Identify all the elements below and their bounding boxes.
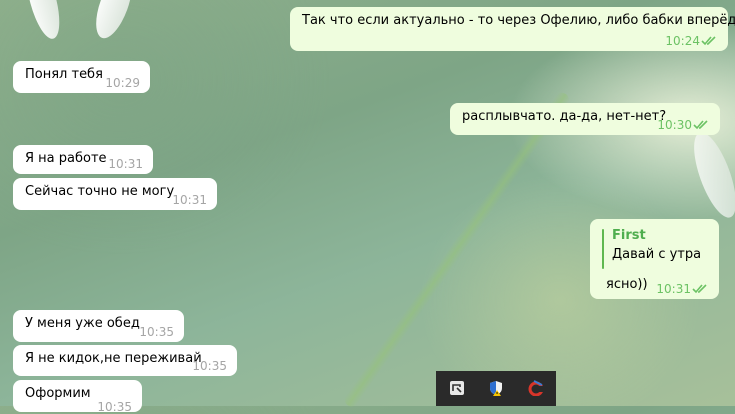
message-text: У меня уже обед bbox=[25, 316, 140, 331]
message-bubble-incoming[interactable]: У меня уже обед 10:35 bbox=[13, 310, 184, 342]
app-icon[interactable] bbox=[449, 380, 465, 396]
read-check-icon bbox=[693, 120, 708, 130]
message-bubble-incoming[interactable]: Оформим 10:35 bbox=[13, 380, 142, 414]
message-bubble-outgoing[interactable]: Так что если актуально - то через Офелию… bbox=[290, 7, 735, 51]
message-text: расплывчато. да-да, нет-нет? bbox=[462, 109, 667, 124]
message-bubble-incoming[interactable]: Я на работе 10:31 bbox=[13, 145, 153, 174]
system-tray-popup bbox=[436, 371, 556, 406]
message-text: Понял тебя bbox=[25, 67, 103, 82]
message-time: 10:35 bbox=[139, 325, 174, 339]
message-bubble-incoming[interactable]: Я не кидок,не переживай 10:35 bbox=[13, 345, 237, 376]
message-text: Я на работе bbox=[25, 151, 107, 166]
reply-quote-text: Давай с утра bbox=[612, 247, 702, 262]
message-time: 10:31 bbox=[108, 157, 143, 171]
message-time: 10:31 bbox=[656, 282, 691, 296]
message-text: Так что если актуально - то через Офелию… bbox=[302, 13, 735, 28]
message-time: 10:29 bbox=[105, 76, 140, 90]
wallpaper-petal bbox=[685, 127, 735, 223]
shield-warning-icon[interactable] bbox=[488, 380, 504, 396]
message-text: Оформим bbox=[25, 386, 91, 401]
message-text: Я не кидок,не переживай bbox=[25, 351, 202, 366]
message-text: ясно)) bbox=[606, 277, 648, 292]
message-time: 10:24 bbox=[665, 34, 700, 48]
message-text: Сейчас точно не могу bbox=[25, 184, 175, 199]
message-bubble-outgoing-reply[interactable]: First Давай с утра ясно)) 10:31 bbox=[590, 219, 719, 299]
reply-author[interactable]: First bbox=[612, 228, 646, 243]
message-time: 10:35 bbox=[97, 400, 132, 414]
read-check-icon bbox=[692, 284, 707, 294]
wallpaper-petal bbox=[20, 0, 66, 43]
message-time: 10:30 bbox=[657, 118, 692, 132]
message-time: 10:35 bbox=[192, 359, 227, 373]
ccleaner-icon[interactable] bbox=[528, 380, 544, 396]
wallpaper-petal bbox=[88, 0, 140, 43]
wallpaper-stem bbox=[342, 90, 572, 410]
message-bubble-incoming[interactable]: Понял тебя 10:29 bbox=[13, 61, 150, 93]
message-bubble-incoming[interactable]: Сейчас точно не могу 10:31 bbox=[13, 178, 217, 210]
reply-accent-bar bbox=[602, 229, 604, 269]
message-bubble-outgoing[interactable]: расплывчато. да-да, нет-нет? 10:30 bbox=[450, 103, 720, 135]
read-check-icon bbox=[701, 36, 716, 46]
message-time: 10:31 bbox=[172, 193, 207, 207]
